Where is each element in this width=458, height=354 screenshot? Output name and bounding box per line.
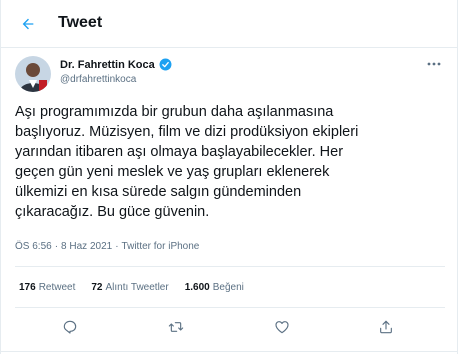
tweet-time[interactable]: ÖS 6:56 <box>15 241 52 252</box>
share-icon <box>380 320 392 334</box>
retweets-label: Retweet <box>38 282 76 293</box>
page-title: Tweet <box>58 14 103 31</box>
divider <box>15 266 445 267</box>
quotes-stat[interactable]: 72 Alıntı Tweetler <box>91 282 168 293</box>
retweet-button[interactable] <box>165 316 187 338</box>
retweet-icon <box>168 322 184 332</box>
quotes-label: Alıntı Tweetler <box>105 282 169 293</box>
avatar-image <box>15 56 51 92</box>
author-avatar[interactable] <box>15 56 51 92</box>
more-options-button[interactable] <box>425 57 443 71</box>
meta-separator-2: · <box>115 241 119 252</box>
back-button[interactable] <box>15 11 41 37</box>
tweet-date[interactable]: 8 Haz 2021 <box>61 241 112 252</box>
author-name[interactable]: Dr. Fahrettin Koca <box>60 58 172 71</box>
quotes-count: 72 <box>91 282 103 293</box>
arrow-left-icon <box>22 18 34 30</box>
retweets-count: 176 <box>19 282 36 293</box>
tweet-actions <box>1 316 458 338</box>
reply-button[interactable] <box>59 316 81 338</box>
meta-separator: · <box>54 241 59 252</box>
tweet-source[interactable]: Twitter for iPhone <box>122 241 200 252</box>
verified-badge-icon <box>159 58 172 71</box>
author-handle[interactable]: @drfahrettinkoca <box>60 74 136 85</box>
page-header: Tweet <box>1 0 458 48</box>
heart-icon <box>275 321 289 334</box>
likes-count: 1.600 <box>184 282 210 293</box>
tweet-meta: ÖS 6:56 · 8 Haz 2021 · Twitter for iPhon… <box>15 241 199 252</box>
like-button[interactable] <box>271 316 293 338</box>
more-horizontal-icon <box>427 62 441 66</box>
divider <box>1 351 458 352</box>
author-name-text: Dr. Fahrettin Koca <box>60 58 155 71</box>
tweet-text: Aşı programımızda bir grubun daha aşılan… <box>15 104 359 220</box>
retweets-stat[interactable]: 176 Retweet <box>19 282 75 293</box>
share-button[interactable] <box>375 316 397 338</box>
likes-label: Beğeni <box>212 282 244 293</box>
likes-stat[interactable]: 1.600 Beğeni <box>185 282 244 293</box>
tweet-page: Tweet Dr. Fahrettin Koca @drfahrettinkoc… <box>0 0 458 354</box>
reply-icon <box>63 320 77 334</box>
tweet-stats: 176 Retweet 72 Alıntı Tweetler 1.600 Beğ… <box>19 282 244 293</box>
divider <box>15 307 445 308</box>
